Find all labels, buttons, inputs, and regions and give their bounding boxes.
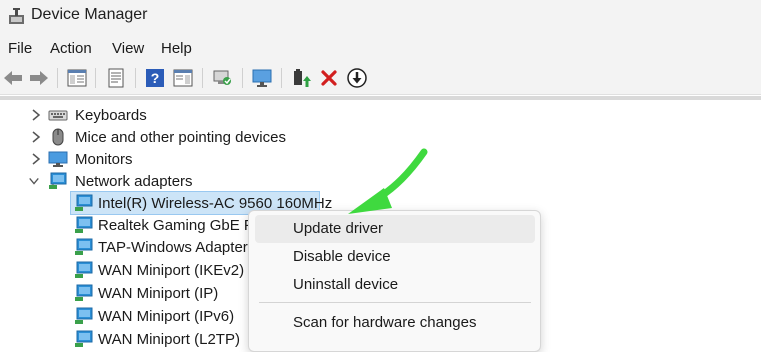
tree-device-label: WAN Miniport (L2TP) (98, 331, 240, 348)
tree-device-label: TAP-Windows Adapter (98, 239, 248, 256)
menu-item-scan-hardware[interactable]: Scan for hardware changes (255, 309, 535, 337)
keyboard-icon (48, 110, 68, 121)
menu-view[interactable]: View (112, 40, 144, 57)
forward-icon[interactable] (28, 67, 50, 89)
tree-category-label: Keyboards (75, 107, 147, 124)
action-pane-icon[interactable] (172, 67, 194, 89)
network-adapter-icon (75, 307, 93, 324)
menu-item-label: Disable device (293, 248, 391, 265)
network-adapter-icon (75, 261, 93, 278)
menu-help[interactable]: Help (161, 40, 192, 57)
disable-device-icon[interactable] (346, 67, 368, 89)
title-bar: Device Manager (0, 0, 761, 34)
tree-device-label: Realtek Gaming GbE Fa (98, 217, 262, 234)
update-driver-icon[interactable] (290, 67, 312, 89)
mouse-icon (52, 128, 64, 146)
window-title: Device Manager (31, 6, 148, 23)
network-adapter-icon (75, 284, 93, 301)
svg-text:?: ? (151, 70, 160, 86)
tree-category-keyboards[interactable]: Keyboards (0, 104, 761, 126)
network-adapter-icon (75, 194, 93, 211)
menu-item-update-driver[interactable]: Update driver (255, 215, 535, 243)
back-icon[interactable] (2, 67, 24, 89)
chevron-down-icon[interactable] (28, 174, 40, 188)
chevron-right-icon[interactable] (30, 130, 42, 144)
menu-item-label: Uninstall device (293, 276, 399, 293)
properties-icon[interactable] (105, 67, 127, 89)
tree-category-label: Mice and other pointing devices (75, 129, 286, 146)
pane-divider (0, 96, 761, 100)
monitor-icon (48, 151, 68, 167)
chevron-right-icon[interactable] (30, 108, 42, 122)
menu-file[interactable]: File (8, 40, 32, 57)
uninstall-icon[interactable] (318, 67, 340, 89)
tree-device-label: WAN Miniport (IP) (98, 285, 219, 302)
network-adapter-icon (49, 172, 67, 189)
network-adapter-icon (75, 216, 93, 233)
menu-item-label: Scan for hardware changes (293, 314, 477, 331)
tree-device-label: WAN Miniport (IKEv2) (98, 262, 245, 279)
tree-category-label: Network adapters (75, 173, 193, 190)
show-hide-console-tree-icon[interactable] (66, 67, 88, 89)
menu-bar: File Action View Help (0, 34, 761, 62)
chevron-right-icon[interactable] (30, 152, 42, 166)
help-icon[interactable]: ? (144, 67, 166, 89)
tree-category-network-adapters[interactable]: Network adapters (0, 170, 761, 192)
menu-item-uninstall-device[interactable]: Uninstall device (255, 271, 535, 299)
tree-category-monitors[interactable]: Monitors (0, 148, 761, 170)
menu-action[interactable]: Action (50, 40, 92, 57)
toolbar: ? (0, 62, 761, 95)
menu-item-label: Update driver (293, 220, 384, 237)
device-manager-icon (9, 8, 24, 24)
tree-category-mice[interactable]: Mice and other pointing devices (0, 126, 761, 148)
network-adapter-icon (75, 238, 93, 255)
network-adapter-icon (75, 330, 93, 347)
menu-separator (259, 302, 531, 303)
menu-item-disable-device[interactable]: Disable device (255, 243, 535, 271)
monitor-icon[interactable] (251, 67, 273, 89)
tree-device-label: WAN Miniport (IPv6) (98, 308, 235, 325)
scan-hardware-icon[interactable] (212, 67, 234, 89)
tree-category-label: Monitors (75, 151, 133, 168)
context-menu: Update driver Disable device Uninstall d… (248, 210, 541, 352)
